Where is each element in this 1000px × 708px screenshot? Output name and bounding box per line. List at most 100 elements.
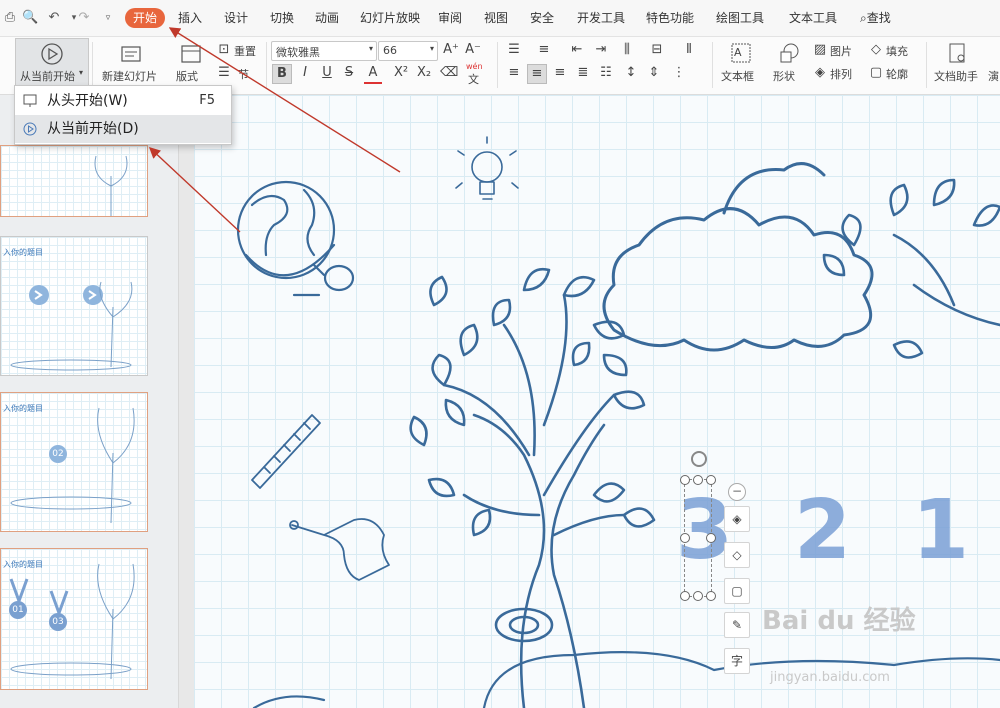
underline-button[interactable]: U <box>318 64 336 82</box>
distribute-icon[interactable]: ☷ <box>597 64 615 82</box>
resize-handle[interactable] <box>693 475 703 485</box>
play-icon <box>23 122 37 136</box>
subscript-button[interactable]: X₂ <box>415 64 433 82</box>
reset-icon: ⊡ <box>218 42 230 57</box>
divider <box>497 42 498 88</box>
align-right-icon[interactable]: ≡ <box>551 64 569 82</box>
rotate-handle-icon[interactable] <box>691 451 707 467</box>
slide-thumbnail[interactable]: 入你的题目 <box>0 236 148 376</box>
paragraph-settings-icon[interactable]: ⋮ <box>670 64 688 82</box>
tab-animation[interactable]: 动画 <box>315 8 339 28</box>
tab-view[interactable]: 视图 <box>484 8 508 28</box>
tab-features[interactable]: 特色功能 <box>646 8 694 28</box>
picture-button[interactable]: ▨ 图片 <box>812 41 864 59</box>
outline-label: 轮廓 <box>886 68 908 81</box>
resize-handle[interactable] <box>680 591 690 601</box>
menu-item-from-beginning[interactable]: 从头开始(W) F5 <box>15 87 231 115</box>
tab-home[interactable]: 开始 <box>125 8 166 28</box>
resize-handle[interactable] <box>693 591 703 601</box>
divider <box>266 42 267 88</box>
section-label: 节 <box>238 68 249 81</box>
print-icon[interactable]: ⎙ <box>2 10 18 26</box>
tab-security[interactable]: 安全 <box>530 8 554 28</box>
customize-icon[interactable]: ▿ <box>100 10 116 26</box>
fill-button[interactable]: ◇ 填充 <box>868 41 920 59</box>
digit-1[interactable]: 1 <box>912 483 969 578</box>
bold-button[interactable]: B <box>272 64 292 84</box>
tab-drawing-tools[interactable]: 绘图工具 <box>716 8 764 28</box>
layout-button[interactable]: 版式 <box>172 40 210 86</box>
search-tab[interactable]: ⌕查找 <box>860 8 891 28</box>
reset-button[interactable]: ⊡ 重置 <box>216 41 264 59</box>
pen-icon[interactable]: ✎ <box>724 612 750 638</box>
line-spacing-icon[interactable]: ↕ <box>622 64 640 82</box>
play-from-current-button[interactable]: 从当前开始 ▾ <box>15 38 89 86</box>
font-size-select[interactable]: 66 ▾ <box>378 41 438 61</box>
fill-icon[interactable]: ◇ <box>724 542 750 568</box>
decrease-indent-icon[interactable]: ⇤ <box>568 41 586 59</box>
strikethrough-button[interactable]: S <box>340 64 358 82</box>
tab-design[interactable]: 设计 <box>224 8 248 28</box>
collapse-tools-button[interactable]: − <box>728 483 746 501</box>
text-direction-icon[interactable]: ⫼ <box>618 41 636 59</box>
divider <box>92 42 93 88</box>
undo-icon[interactable]: ↶ <box>46 10 62 26</box>
paragraph-spacing-icon[interactable]: ⇕ <box>645 64 663 82</box>
redo-icon[interactable]: ↷ <box>76 10 92 26</box>
italic-button[interactable]: I <box>296 64 314 82</box>
columns-icon[interactable]: ⫴ <box>680 41 698 59</box>
tab-transition[interactable]: 切换 <box>270 8 294 28</box>
phonetic-char: 文 <box>468 73 479 86</box>
tab-slideshow[interactable]: 幻灯片放映 <box>360 8 420 28</box>
resize-handle[interactable] <box>680 533 690 543</box>
superscript-button[interactable]: X² <box>392 64 410 82</box>
shape-button[interactable]: 形状 <box>770 40 808 86</box>
resize-handle[interactable] <box>706 475 716 485</box>
slide-thumbnail[interactable]: 入你的题目 02 <box>0 392 148 532</box>
font-color-button[interactable]: A <box>364 64 382 84</box>
align-text-icon[interactable]: ⊟ <box>648 41 666 59</box>
outline-icon: ▢ <box>869 65 883 80</box>
section-button[interactable]: ☰ 节 <box>216 64 264 82</box>
slide-thumbnail[interactable] <box>0 145 148 217</box>
resize-handle[interactable] <box>680 475 690 485</box>
align-left-icon[interactable]: ≡ <box>505 64 523 82</box>
increase-font-icon[interactable]: A⁺ <box>442 41 460 59</box>
shape-label: 形状 <box>773 70 795 83</box>
textbox-button[interactable]: A 文本框 <box>718 40 766 86</box>
layers-icon[interactable]: ◈ <box>724 506 750 532</box>
char-tool-button[interactable]: 字 <box>724 648 750 674</box>
ruler-illustration <box>251 414 321 489</box>
print-preview-icon[interactable]: 🔍 <box>22 10 38 26</box>
new-slide-button[interactable]: 新建幻灯片 <box>100 40 162 86</box>
menu-item-from-current[interactable]: 从当前开始(D) <box>15 115 231 143</box>
bullets-icon[interactable]: ☰ <box>505 41 523 59</box>
justify-icon[interactable]: ≣ <box>574 64 592 82</box>
eraser-icon[interactable]: ⌫ <box>440 64 458 82</box>
tab-text-tools[interactable]: 文本工具 <box>789 8 837 28</box>
outline-button[interactable]: ▢ 轮廓 <box>868 64 920 82</box>
outline-icon[interactable]: ▢ <box>724 578 750 604</box>
digit-2[interactable]: 2 <box>794 483 851 578</box>
decrease-font-icon[interactable]: A⁻ <box>464 41 482 59</box>
fill-icon: ◇ <box>871 42 881 57</box>
font-name-select[interactable]: 微软雅黑 ▾ <box>271 41 377 61</box>
phonetic-button[interactable]: wén 文 <box>464 62 488 86</box>
menu-bar: ⎙ 🔍 ↶ ▾ ↷ ▿ 开始 插入 设计 切换 动画 幻灯片放映 审阅 视图 安… <box>0 0 1000 37</box>
cut-off-label: 演 <box>988 70 999 83</box>
resize-handle[interactable] <box>706 591 716 601</box>
tab-insert[interactable]: 插入 <box>178 8 202 28</box>
divider <box>712 42 713 88</box>
panel-scrollbar[interactable] <box>178 95 195 708</box>
numbering-icon[interactable]: ≡ <box>535 41 553 59</box>
resize-handle[interactable] <box>706 533 716 543</box>
play-from-current-label: 从当前开始 <box>20 70 75 83</box>
doc-assistant-button[interactable]: 文档助手 <box>932 40 984 86</box>
tab-review[interactable]: 审阅 <box>438 8 462 28</box>
tab-developer[interactable]: 开发工具 <box>577 8 625 28</box>
align-center-icon[interactable]: ≡ <box>527 64 547 84</box>
arrange-button[interactable]: ◈ 排列 <box>812 64 864 82</box>
increase-indent-icon[interactable]: ⇥ <box>592 41 610 59</box>
layout-label: 版式 <box>176 70 198 83</box>
slide-thumbnail[interactable]: 入你的题目 01 03 <box>0 548 148 690</box>
